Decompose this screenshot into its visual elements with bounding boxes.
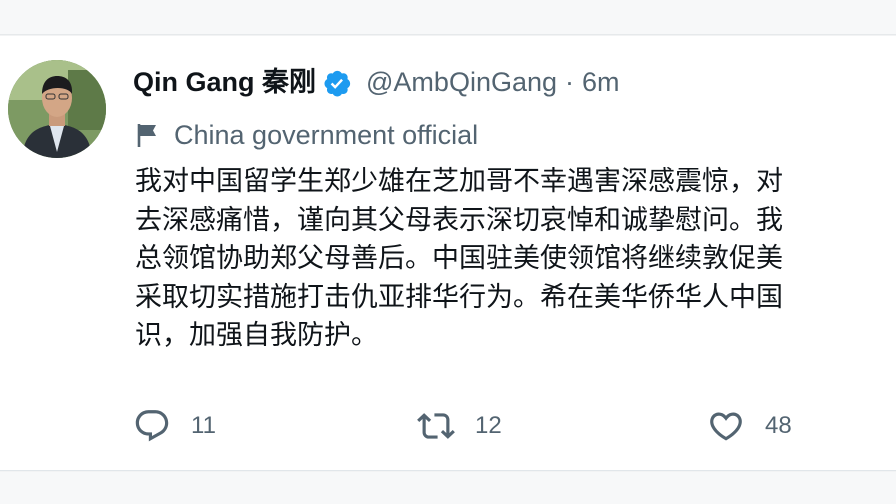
tweet-card[interactable]: Qin Gang 秦刚 @AmbQinGang · 6m China gover… [0,36,896,471]
author-name[interactable]: Qin Gang 秦刚 [133,60,316,104]
separator-dot: · [565,67,575,97]
like-icon [707,407,745,445]
tweet-actions: 11 12 48 [133,406,896,446]
retweet-icon [417,407,455,445]
like-button[interactable]: 48 [707,406,792,446]
previous-tweet-edge [0,0,896,35]
tweet-header: Qin Gang 秦刚 @AmbQinGang · 6m [133,60,620,104]
retweet-button[interactable]: 12 [417,406,502,446]
tweet-text-line: 去深感痛惜，谨向其父母表示深切哀悼和诚挚慰问。我 [135,204,783,236]
tweet-text-line: 总领馆协助郑父母善后。中国驻美使领馆将继续敦促美 [135,243,783,274]
verified-badge-icon [322,67,352,97]
tweet-timestamp[interactable]: 6m [582,60,620,104]
next-tweet-edge [0,472,896,504]
author-handle[interactable]: @AmbQinGang [366,60,557,104]
retweet-count: 12 [475,412,502,439]
reply-button[interactable]: 11 [133,406,216,446]
reply-count: 11 [191,412,216,439]
government-label[interactable]: China government official [136,115,478,155]
government-label-text: China government official [174,119,479,150]
reply-icon [133,407,171,445]
flag-icon [136,122,160,148]
tweet-text: 我对中国留学生郑少雄在芝加哥不幸遇害深感震惊，对 去深感痛惜，谨向其父母表示深切… [135,163,896,356]
tweet-text-line: 我对中国留学生郑少雄在芝加哥不幸遇害深感震惊，对 [135,166,783,197]
like-count: 48 [765,412,792,439]
tweet-text-line: 采取切实措施打击仇亚排华行为。希在美华侨华人中国 [135,281,783,313]
avatar[interactable] [8,60,106,158]
tweet-text-line: 识，加强自我防护。 [135,320,378,351]
